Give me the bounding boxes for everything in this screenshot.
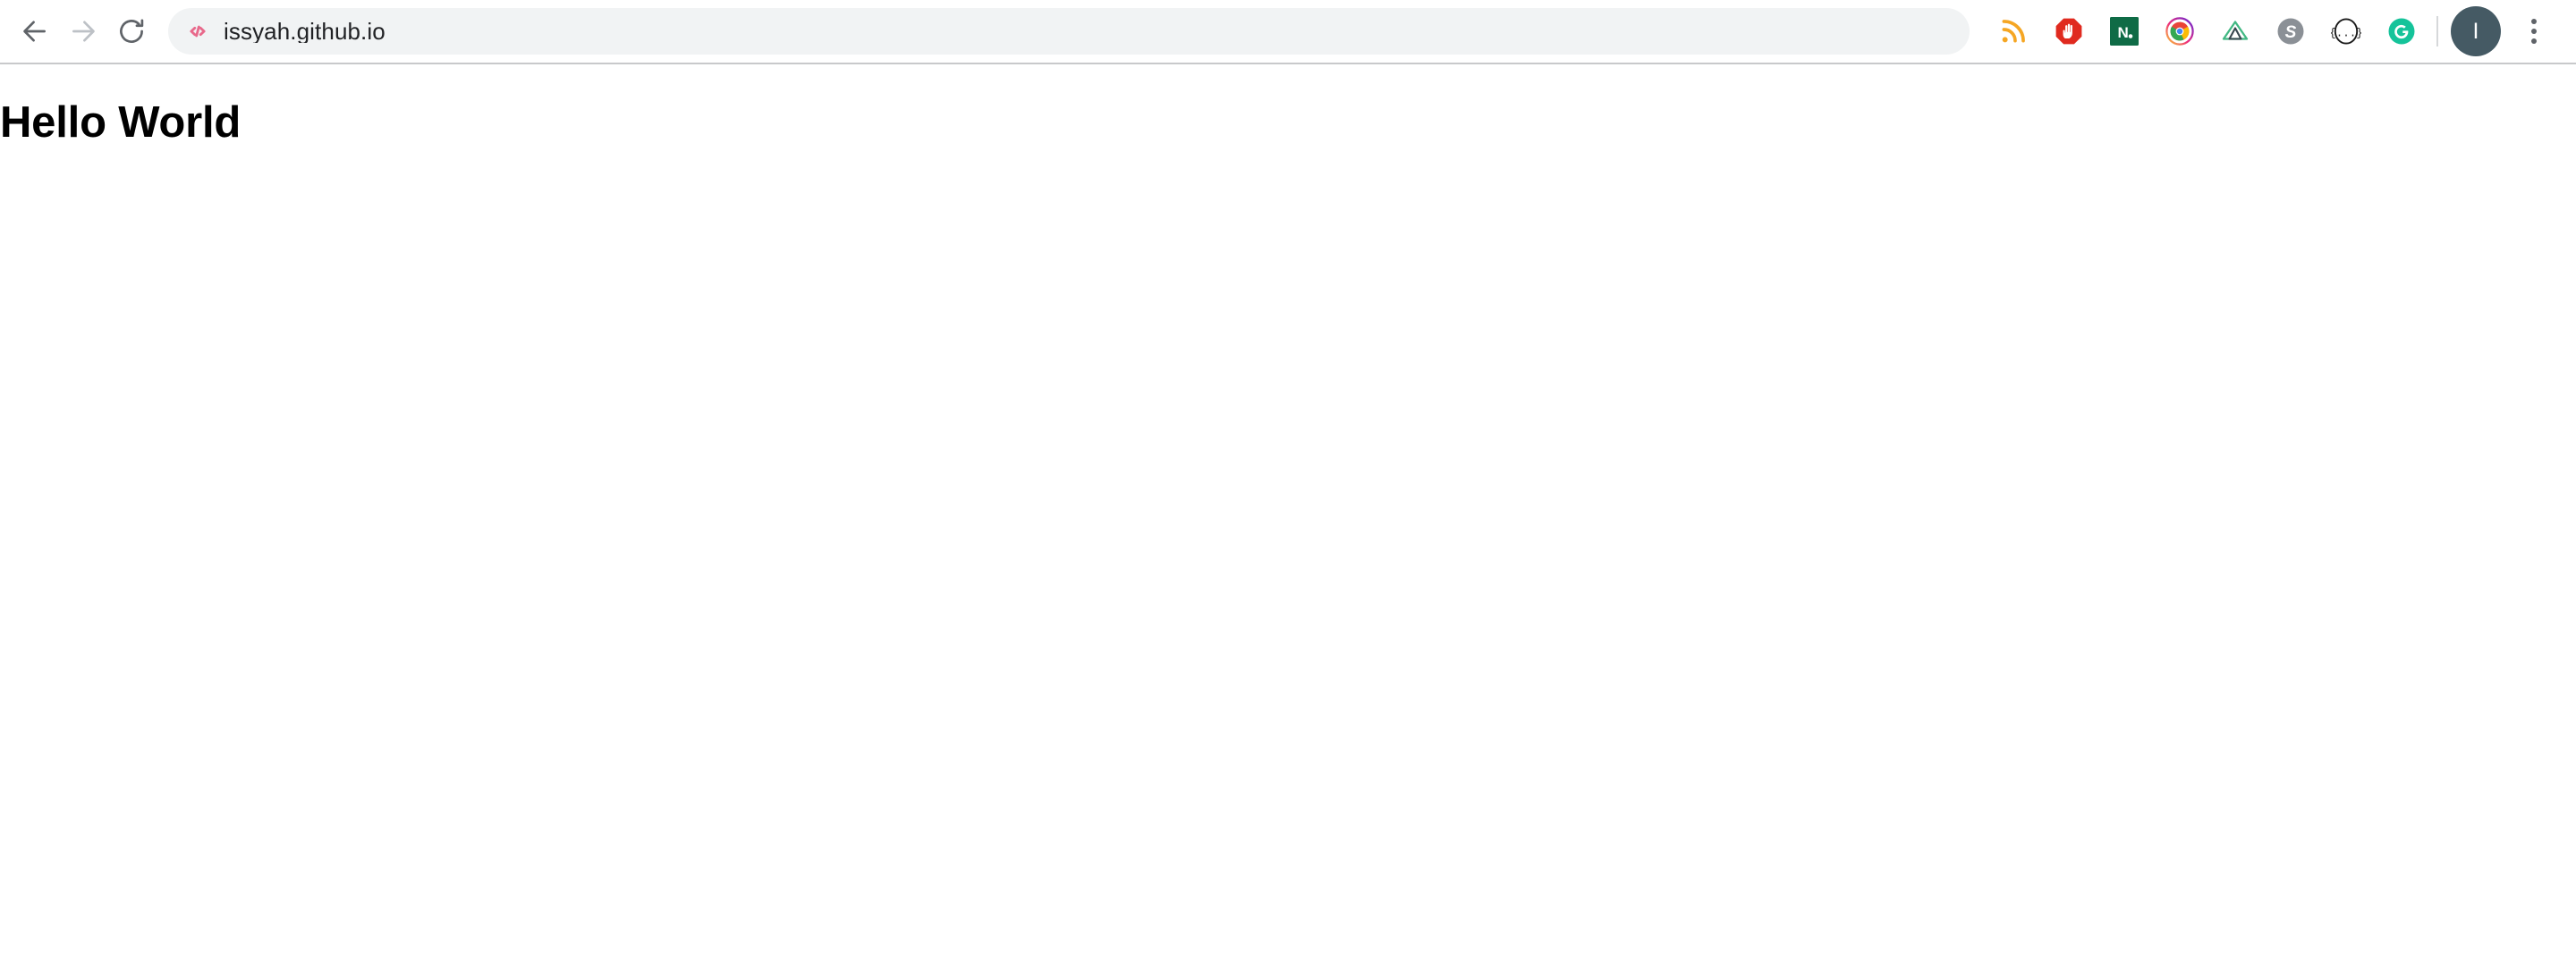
forward-button[interactable] — [59, 7, 107, 55]
instagram-ring-icon — [2165, 16, 2195, 46]
address-bar[interactable]: issyah.github.io — [168, 8, 1970, 55]
arrow-right-icon — [68, 16, 98, 46]
rss-feed-extension-button[interactable] — [1986, 5, 2041, 57]
svg-text:{...}: {...} — [2331, 28, 2361, 40]
rss-feed-icon — [1998, 16, 2029, 46]
grammarly-extension-button[interactable] — [2374, 5, 2429, 57]
json-braces-icon: {...} — [2331, 16, 2361, 46]
grammarly-icon — [2386, 16, 2417, 46]
svg-text:N: N — [2118, 24, 2129, 41]
toolbar-divider — [2436, 16, 2438, 46]
adblock-stop-hand-icon — [2053, 15, 2085, 47]
code-brackets-favicon — [186, 20, 209, 43]
instagram-extension-button[interactable] — [2152, 5, 2207, 57]
profile-initial: I — [2472, 18, 2479, 44]
triangle-outline-icon — [2220, 16, 2250, 46]
browser-toolbar: issyah.github.io N S {...} I — [0, 0, 2576, 64]
vue-devtools-extension-button[interactable] — [2207, 5, 2263, 57]
extensions-toolbar: N S {...} I — [1986, 5, 2556, 57]
svg-text:S: S — [2285, 23, 2297, 42]
back-button[interactable] — [11, 7, 59, 55]
skype-icon: S — [2276, 17, 2305, 46]
arrow-left-icon — [20, 16, 50, 46]
page-viewport: Hello World — [0, 64, 2576, 971]
json-viewer-extension-button[interactable]: {...} — [2318, 5, 2374, 57]
skype-extension-button[interactable]: S — [2263, 5, 2318, 57]
adblock-extension-button[interactable] — [2041, 5, 2097, 57]
three-dots-vertical-icon — [2531, 19, 2537, 44]
notion-icon: N — [2110, 17, 2139, 46]
reload-icon — [116, 16, 147, 46]
address-bar-url: issyah.github.io — [224, 20, 386, 43]
notion-clipper-extension-button[interactable]: N — [2097, 5, 2152, 57]
page-heading: Hello World — [0, 98, 242, 147]
profile-avatar[interactable]: I — [2451, 6, 2501, 56]
reload-button[interactable] — [107, 7, 156, 55]
browser-menu-button[interactable] — [2512, 6, 2556, 56]
